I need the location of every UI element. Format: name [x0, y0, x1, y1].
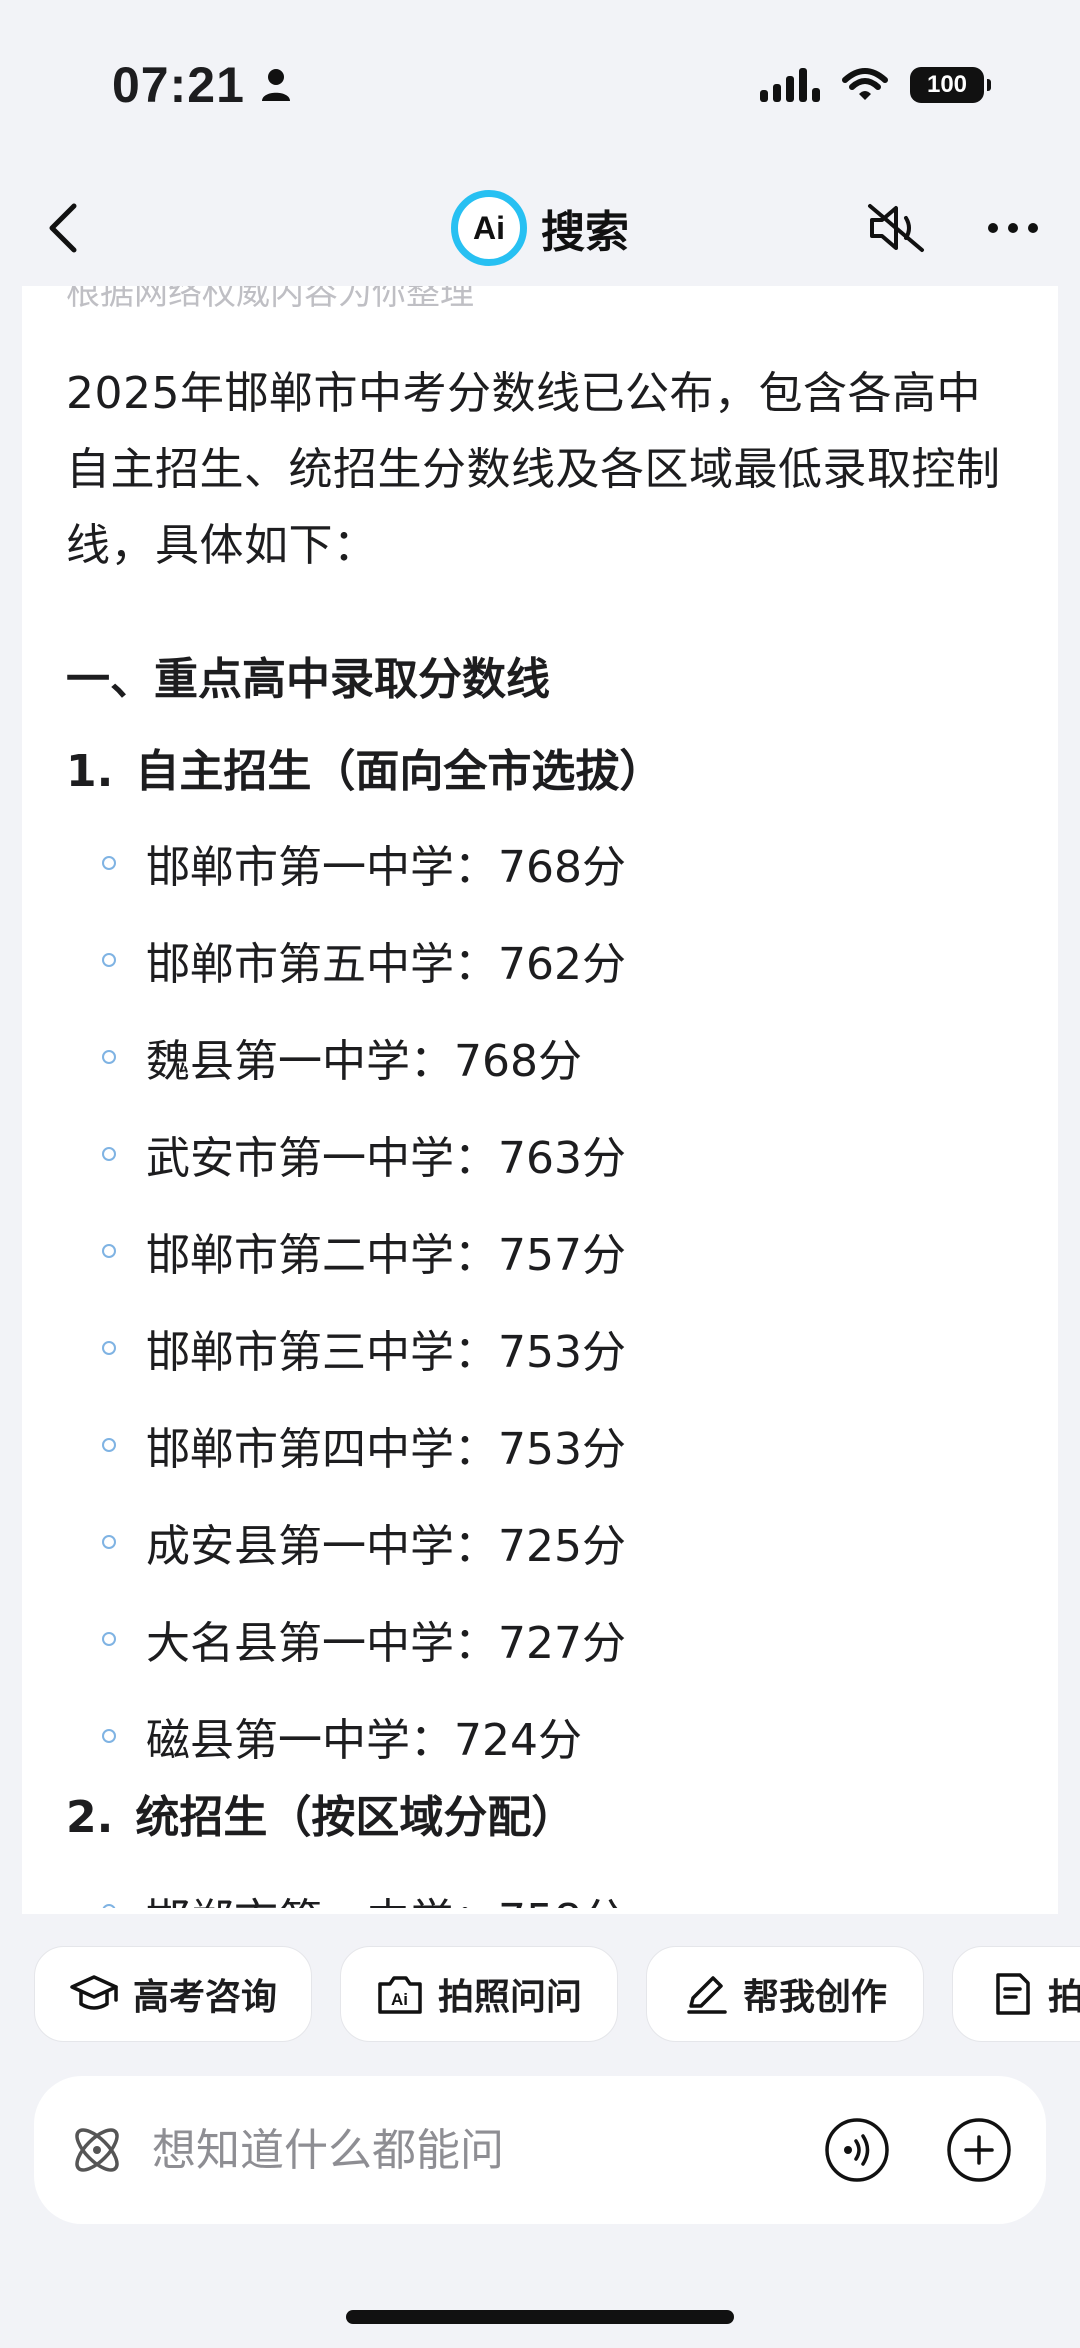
list-item: 邯郸市第一中学：768分 — [66, 814, 1014, 911]
subsection-heading-1: 1. 自主招生（面向全市选拔） — [66, 742, 1014, 802]
svg-text:Ai: Ai — [391, 1990, 408, 2009]
bullet-circle-icon — [102, 1049, 116, 1064]
list-item-text: 邯郸市第二中学：757分 — [146, 1229, 626, 1281]
battery-icon: 100 — [910, 67, 991, 103]
list-item-text: 邯郸市第三中学：753分 — [146, 1326, 626, 1378]
list-item-text: 武安市第一中学：763分 — [146, 1132, 626, 1184]
home-indicator[interactable] — [346, 2310, 734, 2324]
subsection-heading-2: 2. 统招生（按区域分配） — [66, 1788, 1014, 1848]
person-icon — [261, 69, 290, 101]
more-button[interactable] — [986, 221, 1040, 235]
input-actions — [824, 2117, 1012, 2183]
chip-label: 帮我创作 — [742, 1977, 887, 2018]
quick-action-gaokao-consult[interactable]: 高考咨询 — [34, 1946, 312, 2042]
status-time-text: 07:21 — [112, 57, 245, 113]
answer-intro: 2025年邯郸市中考分数线已公布，包含各高中自主招生、统招生分数线及各区域最低录… — [66, 368, 1001, 571]
battery-level: 100 — [926, 71, 968, 98]
list-item: 邯郸市第五中学：762分 — [66, 911, 1014, 1008]
voice-wave-icon — [825, 2118, 889, 2182]
list-item-text: 邯郸市第五中学：762分 — [146, 938, 626, 990]
chat-input[interactable] — [150, 2123, 824, 2177]
list-item-text: 成安县第一中学：725分 — [146, 1520, 626, 1572]
status-indicators: 100 — [760, 67, 991, 103]
chip-label: 高考咨询 — [132, 1977, 277, 2018]
chip-label: 拍照问问 — [437, 1977, 582, 2018]
scan-doc-icon — [996, 1973, 1030, 2015]
school-score-list-2: 邯郸市第一中学：758分 — [66, 1848, 1014, 1908]
bullet-circle-icon — [102, 1243, 116, 1258]
atom-icon — [75, 2128, 119, 2172]
list-item: 魏县第一中学：768分 — [66, 1008, 1014, 1105]
bullet-circle-icon — [102, 855, 116, 870]
list-item-text: 魏县第一中学：768分 — [146, 1035, 582, 1087]
faded-header-line: 根据网络权威内容为你整理 — [66, 286, 474, 313]
list-item-text: 磁县第一中学：724分 — [146, 1714, 582, 1766]
bullet-circle-icon — [102, 1437, 116, 1452]
back-button[interactable] — [44, 200, 84, 256]
status-bar: 07:21 100 — [0, 0, 1080, 170]
subsection-number: 1. — [66, 746, 114, 797]
section-heading: 一、重点高中录取分数线 — [66, 654, 550, 705]
quick-action-scan-question[interactable]: 拍题答疑 — [952, 1946, 1080, 2042]
list-item: 邯郸市第四中学：753分 — [66, 1396, 1014, 1493]
nav-actions — [866, 202, 1040, 254]
list-item: 成安县第一中学：725分 — [66, 1493, 1014, 1590]
school-score-list-1: 邯郸市第一中学：768分 邯郸市第五中学：762分 魏县第一中学：768分 武安… — [66, 814, 1014, 1784]
nav-bar: Ai 搜索 — [0, 170, 1080, 286]
status-time: 07:21 — [112, 56, 291, 114]
bullet-circle-icon — [102, 952, 116, 967]
nav-title-group: Ai 搜索 — [451, 190, 629, 266]
bullet-circle-icon — [102, 1904, 116, 1908]
ai-assistant-button[interactable] — [66, 2119, 128, 2181]
list-item: 邯郸市第二中学：757分 — [66, 1202, 1014, 1299]
chevron-left-icon — [49, 203, 77, 253]
bullet-circle-icon — [102, 1146, 116, 1161]
list-item-text: 邯郸市第四中学：753分 — [146, 1423, 626, 1475]
pen-icon — [687, 1976, 727, 2014]
ai-logo-icon: Ai — [451, 190, 527, 266]
list-item-text: 大名县第一中学：727分 — [146, 1617, 626, 1669]
subsection-number: 2. — [66, 1792, 114, 1843]
speaker-muted-icon — [868, 204, 924, 252]
chat-input-bar — [34, 2076, 1046, 2224]
list-item-text: 邯郸市第一中学：758分 — [146, 1884, 626, 1908]
list-item: 武安市第一中学：763分 — [66, 1105, 1014, 1202]
bullet-circle-icon — [102, 1534, 116, 1549]
voice-input-button[interactable] — [824, 2117, 890, 2183]
list-item-text: 邯郸市第一中学：768分 — [146, 841, 626, 893]
nav-title: 搜索 — [541, 207, 629, 258]
quick-action-photo-ask[interactable]: Ai 拍照问问 — [340, 1946, 618, 2042]
chip-label: 拍题答疑 — [1047, 1977, 1080, 2018]
list-item: 磁县第一中学：724分 — [66, 1687, 1014, 1784]
plus-circle-icon — [947, 2118, 1011, 2182]
list-item: 邯郸市第三中学：753分 — [66, 1299, 1014, 1396]
bullet-circle-icon — [102, 1728, 116, 1743]
bullet-circle-icon — [102, 1340, 116, 1355]
bullet-circle-icon — [102, 1631, 116, 1646]
cellular-signal-icon — [760, 68, 820, 102]
graduation-cap-icon — [70, 1975, 118, 2010]
list-item: 邯郸市第一中学：758分 — [66, 1848, 1014, 1908]
quick-actions-row: 高考咨询 Ai 拍照问问 帮我创作 拍题答疑 — [0, 1946, 1080, 2042]
ai-logo-text: Ai — [473, 209, 505, 246]
camera-ai-icon: Ai — [378, 1976, 422, 2014]
add-button[interactable] — [946, 2117, 1012, 2183]
answer-card[interactable]: 根据网络权威内容为你整理 2025年邯郸市中考分数线已公布，包含各高中自主招生、… — [22, 286, 1058, 1914]
quick-action-help-create[interactable]: 帮我创作 — [646, 1946, 924, 2042]
subsection-title: 统招生（按区域分配） — [135, 1792, 576, 1843]
wifi-icon — [842, 68, 888, 100]
subsection-title: 自主招生（面向全市选拔） — [135, 746, 664, 797]
mute-button[interactable] — [866, 202, 926, 254]
more-dots-icon — [988, 223, 1038, 233]
list-item: 大名县第一中学：727分 — [66, 1590, 1014, 1687]
